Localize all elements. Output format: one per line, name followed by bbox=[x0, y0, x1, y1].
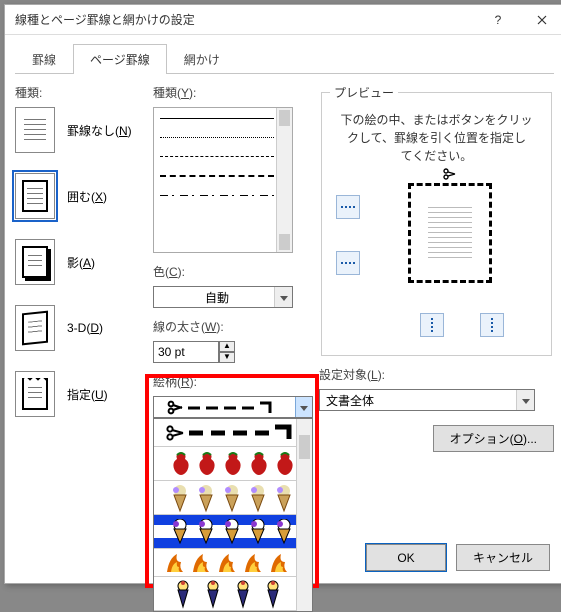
art-option-icecream-stripe[interactable] bbox=[154, 515, 312, 549]
setting-3d-label: 3-D(D) bbox=[67, 321, 103, 335]
art-label: 絵柄(R): bbox=[153, 373, 309, 390]
line-style-scrollbar[interactable] bbox=[276, 108, 292, 252]
setting-custom-label: 指定(U) bbox=[67, 386, 108, 403]
setting-none[interactable]: 罫線なし(N) bbox=[15, 107, 143, 153]
dialog-title: 線種とページ罫線と網かけの設定 bbox=[15, 11, 476, 28]
line-style-list[interactable] bbox=[153, 107, 293, 253]
tab-page-borders[interactable]: ページ罫線 bbox=[73, 44, 167, 74]
chevron-down-icon bbox=[274, 287, 292, 307]
line-style-dash[interactable] bbox=[160, 175, 274, 177]
edge-bottom-button[interactable] bbox=[336, 251, 360, 275]
setting-column: 種類: 罫線なし(N) 囲む(X) 影(A) bbox=[15, 84, 143, 573]
apply-to-select[interactable]: 文書全体 bbox=[319, 389, 535, 411]
width-spinner[interactable]: ▲ ▼ bbox=[153, 341, 309, 363]
options-button[interactable]: オプション(O)... bbox=[433, 425, 554, 452]
art-dropdown-scrollbar[interactable] bbox=[296, 419, 312, 611]
setting-shadow[interactable]: 影(A) bbox=[15, 239, 143, 285]
apply-to-label: 設定対象(L): bbox=[319, 366, 554, 383]
art-selected-preview bbox=[160, 399, 295, 415]
edge-left-button[interactable] bbox=[420, 313, 444, 337]
color-select[interactable]: 自動 bbox=[153, 286, 293, 308]
edge-top-button[interactable] bbox=[336, 195, 360, 219]
preview-legend: プレビュー bbox=[330, 84, 398, 101]
preview-column: プレビュー 下の絵の中、またはボタンをクリッ クして、罫線を引く位置を指定し て… bbox=[319, 84, 554, 573]
scissor-icon bbox=[442, 167, 456, 184]
line-style-dotted[interactable] bbox=[160, 137, 274, 138]
width-label: 線の太さ(W): bbox=[153, 318, 309, 335]
close-button[interactable] bbox=[520, 5, 561, 35]
line-style-dash-dot[interactable] bbox=[160, 195, 274, 196]
close-icon bbox=[537, 15, 547, 25]
edge-right-button[interactable] bbox=[480, 313, 504, 337]
setting-shadow-icon bbox=[15, 239, 55, 285]
cancel-button[interactable]: キャンセル bbox=[456, 544, 550, 571]
art-option-strawberries[interactable] bbox=[154, 447, 312, 481]
art-select[interactable] bbox=[153, 396, 313, 418]
width-step-down[interactable]: ▼ bbox=[219, 352, 235, 363]
setting-label: 種類: bbox=[15, 84, 143, 101]
ok-button[interactable]: OK bbox=[366, 544, 446, 571]
setting-custom-icon bbox=[15, 371, 55, 417]
titlebar: 線種とページ罫線と網かけの設定 ? bbox=[5, 5, 561, 35]
setting-none-icon bbox=[15, 107, 55, 153]
apply-to-value: 文書全体 bbox=[326, 392, 374, 409]
setting-none-label: 罫線なし(N) bbox=[67, 122, 132, 139]
art-dropdown-panel bbox=[153, 418, 313, 612]
chevron-down-icon bbox=[295, 397, 312, 417]
width-input[interactable] bbox=[153, 341, 219, 363]
preview-group: プレビュー 下の絵の中、またはボタンをクリッ クして、罫線を引く位置を指定し て… bbox=[321, 84, 552, 356]
setting-box-label: 囲む(X) bbox=[67, 188, 107, 205]
art-option-icecream-2[interactable] bbox=[154, 577, 312, 611]
tab-strip: 罫線 ページ罫線 網かけ bbox=[15, 43, 554, 74]
preview-page[interactable] bbox=[408, 183, 492, 283]
setting-shadow-label: 影(A) bbox=[67, 254, 95, 271]
preview-area bbox=[330, 173, 543, 343]
preview-help: 下の絵の中、またはボタンをクリッ クして、罫線を引く位置を指定し てください。 bbox=[330, 111, 543, 165]
setting-box[interactable]: 囲む(X) bbox=[15, 173, 143, 219]
setting-3d-icon bbox=[15, 305, 55, 351]
help-button[interactable]: ? bbox=[476, 5, 520, 35]
art-option-scissor-dash[interactable] bbox=[154, 419, 312, 447]
chevron-down-icon bbox=[516, 390, 534, 410]
art-option-flames[interactable] bbox=[154, 549, 312, 577]
style-column: 種類(Y): 色(C): 自動 bbox=[153, 84, 309, 573]
color-value: 自動 bbox=[160, 289, 274, 306]
width-step-up[interactable]: ▲ bbox=[219, 341, 235, 352]
tab-borders[interactable]: 罫線 bbox=[15, 44, 73, 74]
setting-custom[interactable]: 指定(U) bbox=[15, 371, 143, 417]
art-option-icecream-1[interactable] bbox=[154, 481, 312, 515]
color-label: 色(C): bbox=[153, 263, 309, 280]
borders-and-shading-dialog: 線種とページ罫線と網かけの設定 ? 罫線 ページ罫線 網かけ 種類: 罫線なし(… bbox=[4, 4, 561, 584]
setting-3d[interactable]: 3-D(D) bbox=[15, 305, 143, 351]
dialog-footer: OK キャンセル bbox=[366, 544, 550, 571]
setting-box-icon bbox=[15, 173, 55, 219]
style-label: 種類(Y): bbox=[153, 84, 309, 101]
line-style-solid[interactable] bbox=[160, 118, 274, 119]
tab-shading[interactable]: 網かけ bbox=[167, 44, 237, 74]
apply-to-group: 設定対象(L): 文書全体 bbox=[319, 366, 554, 411]
line-style-dash-short[interactable] bbox=[160, 156, 274, 157]
